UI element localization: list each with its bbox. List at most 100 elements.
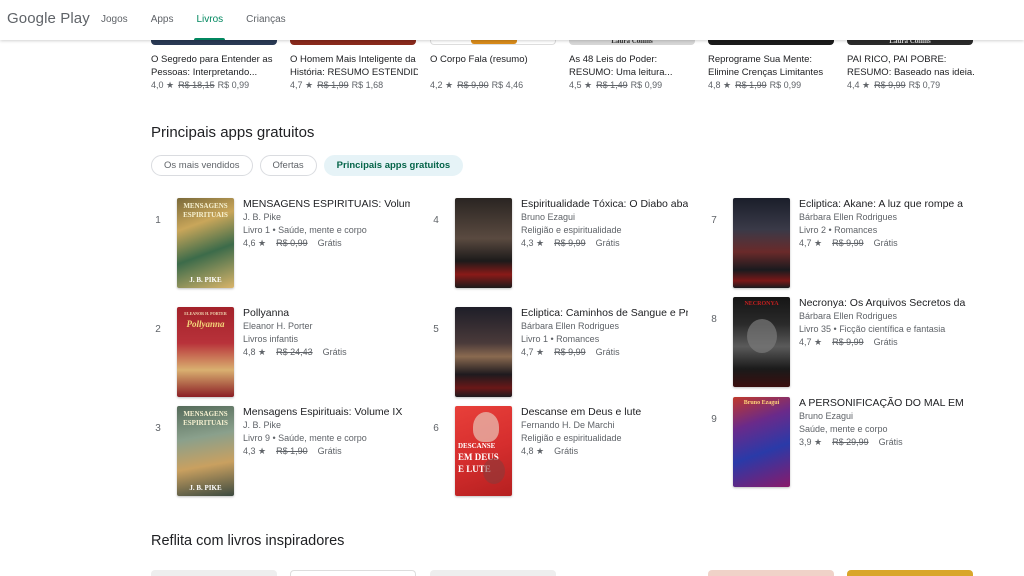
ranked-book-item[interactable]: 6 DESCANSE EM DEUS E LUTE Descanse em De… <box>430 406 690 498</box>
book-cover[interactable]: MENSAGENS ESPIRITUAIS J. B. PIKE <box>177 406 234 496</box>
book-author[interactable]: Bárbara Ellen Rodrigues <box>799 211 966 224</box>
book-title[interactable]: Mensagens Espirituais: Volume IX <box>243 406 410 419</box>
book-cover[interactable]: ELEANOR H. PORTER Pollyanna <box>177 307 234 397</box>
book-price-rating: 4,3 ★ R$ 1,90 Grátis <box>243 446 342 456</box>
section-title-reflect: Reflita com livros inspiradores <box>151 533 345 549</box>
book-card-title[interactable]: O Homem Mais Inteligente da História: RES… <box>290 53 418 79</box>
book-category: Livro 1 • Saúde, mente e corpo <box>243 225 367 235</box>
ranked-book-item[interactable]: 2 ELEANOR H. PORTER Pollyanna Pollyanna … <box>152 307 412 399</box>
book-category: Saúde, mente e corpo <box>799 424 888 434</box>
ranked-book-item[interactable]: 7 Ecliptica: Akane: A luz que rompe a es… <box>708 198 968 290</box>
ranked-book-item[interactable]: 1 MENSAGENS ESPIRITUAIS J. B. PIKE MENSA… <box>152 198 412 290</box>
ranked-book-item[interactable]: 8 NECRONYA Necronya: Os Arquivos Secreto… <box>708 297 968 389</box>
book-author[interactable]: Eleanor H. Porter <box>243 320 410 333</box>
rank-number: 9 <box>711 414 717 425</box>
nav-tab-kids[interactable]: Crianças <box>246 0 285 40</box>
chip-top-free[interactable]: Principais apps gratuitos <box>323 155 464 176</box>
rank-number: 8 <box>711 314 717 325</box>
rank-number: 7 <box>711 215 717 226</box>
book-category: Religião e espiritualidade <box>521 433 622 443</box>
book-price-rating: 4,7 ★ R$ 9,99 Grátis <box>521 347 620 357</box>
nav-tab-books[interactable]: Livros <box>194 0 225 40</box>
book-cover[interactable]: DESCANSE EM DEUS E LUTE <box>455 406 512 496</box>
book-price-rating: 4,3 ★ R$ 9,99 Grátis <box>521 238 620 248</box>
book-price-rating: 4,8 ★ Grátis <box>521 446 579 456</box>
book-cover[interactable]: Bruno Ezagui <box>733 397 790 487</box>
book-cover[interactable] <box>151 570 277 576</box>
ranked-book-item[interactable]: 9 Bruno Ezagui A PERSONIFICAÇÃO DO MAL E… <box>708 397 968 489</box>
book-price-rating: 3,9 ★ R$ 29,99 Grátis <box>799 437 903 447</box>
chip-best-sellers[interactable]: Os mais vendidos <box>151 155 253 176</box>
book-cover[interactable] <box>290 570 416 576</box>
chip-deals[interactable]: Ofertas <box>259 155 317 176</box>
book-card-meta: 4,0 ★ R$ 18,15 R$ 0,99 <box>151 80 250 90</box>
book-card-title[interactable]: PAI RICO, PAI POBRE: RESUMO: Baseado nas … <box>847 53 975 79</box>
book-category: Livro 35 • Ficção científica e fantasia <box>799 324 946 334</box>
book-price-rating: 4,6 ★ R$ 0,99 Grátis <box>243 238 342 248</box>
book-cover[interactable]: MENSAGENS ESPIRITUAIS J. B. PIKE <box>177 198 234 288</box>
book-info: Pollyanna Eleanor H. Porter Livros infan… <box>243 307 410 359</box>
section-title: Principais apps gratuitos <box>151 124 315 141</box>
book-category: Livro 1 • Romances <box>521 334 600 344</box>
google-play-logo[interactable]: Google Play <box>7 10 90 27</box>
book-cover[interactable] <box>733 198 790 288</box>
nav-tab-games[interactable]: Jogos <box>101 0 128 40</box>
book-title[interactable]: Ecliptica: Caminhos de Sangue e Prata <box>521 307 688 320</box>
book-cover[interactable] <box>430 40 556 45</box>
book-info: Ecliptica: Caminhos de Sangue e Prata Bá… <box>521 307 688 359</box>
book-price-rating: 4,8 ★ R$ 24,43 Grátis <box>243 347 347 357</box>
book-cover[interactable] <box>455 307 512 397</box>
nav-tab-apps[interactable]: Apps <box>151 0 174 40</box>
book-cover[interactable] <box>455 198 512 288</box>
book-price-rating: 4,7 ★ R$ 9,99 Grátis <box>799 337 898 347</box>
book-category: Livros infantis <box>243 334 299 344</box>
primary-nav: Jogos Apps Livros Crianças <box>101 0 309 40</box>
book-title[interactable]: Descanse em Deus e lute <box>521 406 688 419</box>
ranked-book-item[interactable]: 5 Ecliptica: Caminhos de Sangue e Prata … <box>430 307 690 399</box>
book-author[interactable]: J. B. Pike <box>243 211 410 224</box>
book-info: Necronya: Os Arquivos Secretos da Criatu… <box>799 297 966 349</box>
book-cover[interactable] <box>847 570 973 576</box>
book-price-rating: 4,7 ★ R$ 9,99 Grátis <box>799 238 898 248</box>
book-title[interactable]: A PERSONIFICAÇÃO DO MAL EM NÓS <box>799 397 966 410</box>
rank-number: 5 <box>433 324 439 335</box>
book-cover[interactable] <box>290 40 416 45</box>
book-author[interactable]: Bárbara Ellen Rodrigues <box>521 320 688 333</box>
book-author[interactable]: Fernando H. De Marchi <box>521 419 688 432</box>
ranked-book-item[interactable]: 3 MENSAGENS ESPIRITUAIS J. B. PIKE Mensa… <box>152 406 412 498</box>
book-info: Mensagens Espirituais: Volume IX J. B. P… <box>243 406 410 458</box>
book-category: Livro 9 • Saúde, mente e corpo <box>243 433 367 443</box>
book-info: MENSAGENS ESPIRITUAIS: Volume I J. B. Pi… <box>243 198 410 250</box>
book-title[interactable]: Pollyanna <box>243 307 410 320</box>
rank-number: 6 <box>433 423 439 434</box>
book-cover[interactable]: NECRONYA <box>733 297 790 387</box>
book-author[interactable]: Bárbara Ellen Rodrigues <box>799 310 966 323</box>
book-info: Ecliptica: Akane: A luz que rompe a escu… <box>799 198 966 250</box>
book-card-meta: 4,2 ★ R$ 9,90 R$ 4,46 <box>430 80 524 90</box>
book-title[interactable]: MENSAGENS ESPIRITUAIS: Volume I <box>243 198 410 211</box>
book-cover[interactable] <box>151 40 277 45</box>
book-card-meta: 4,7 ★ R$ 1,99 R$ 1,68 <box>290 80 384 90</box>
book-card-title[interactable]: As 48 Leis do Poder: RESUMO: Uma leitura.… <box>569 53 697 79</box>
book-title[interactable]: Ecliptica: Akane: A luz que rompe a escu… <box>799 198 966 211</box>
book-info: A PERSONIFICAÇÃO DO MAL EM NÓS Bruno Eza… <box>799 397 966 449</box>
book-category: Religião e espiritualidade <box>521 225 622 235</box>
book-card-title[interactable]: O Segredo para Entender as Pessoas: Inter… <box>151 53 279 79</box>
book-author[interactable]: J. B. Pike <box>243 419 410 432</box>
book-cover[interactable] <box>708 40 834 45</box>
book-title[interactable]: Necronya: Os Arquivos Secretos da Criatu… <box>799 297 966 310</box>
ranked-book-item[interactable]: 4 Espiritualidade Tóxica: O Diabo abando… <box>430 198 690 290</box>
book-cover[interactable] <box>708 570 834 576</box>
book-cover[interactable]: Laura Collins <box>847 37 973 45</box>
book-card-title[interactable]: Reprograme Sua Mente: Elimine Crenças Lim… <box>708 53 836 79</box>
book-info: Espiritualidade Tóxica: O Diabo abandono… <box>521 198 688 250</box>
book-author[interactable]: Bruno Ezagui <box>521 211 688 224</box>
book-cover[interactable] <box>430 570 556 576</box>
book-category: Livro 2 • Romances <box>799 225 878 235</box>
book-card-meta: 4,5 ★ R$ 1,49 R$ 0,99 <box>569 80 663 90</box>
book-cover[interactable]: Laura Collins <box>569 37 695 45</box>
book-title[interactable]: Espiritualidade Tóxica: O Diabo abandono… <box>521 198 688 211</box>
book-carousel-top: O Segredo para Entender as Pessoas: Inter… <box>0 37 1024 100</box>
book-card-title[interactable]: O Corpo Fala (resumo) <box>430 53 558 66</box>
book-author[interactable]: Bruno Ezagui <box>799 410 966 423</box>
